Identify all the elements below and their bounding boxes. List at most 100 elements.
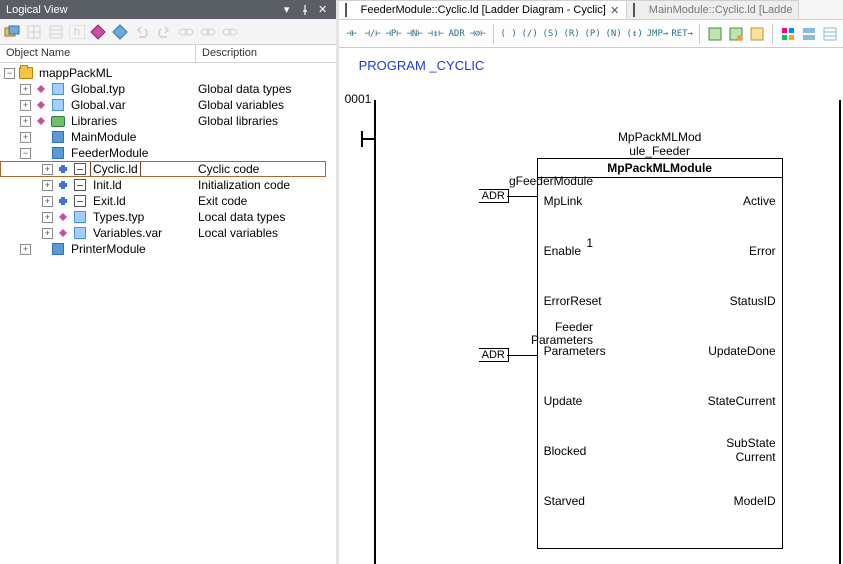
tree-item-feedermodule[interactable]: − FeederModule [0,145,336,161]
overlay-icon [56,196,70,206]
folder-icon [18,65,34,81]
adr-icon[interactable]: ADR [448,24,466,44]
file-icon [50,97,66,113]
ladder-icon [633,4,645,16]
link2-icon[interactable] [199,23,217,41]
ladder-editor[interactable]: PROGRAM _CYCLIC 0001 MpPackMLMod ule_Fee… [339,48,843,564]
module-icon [50,241,66,257]
expander-icon[interactable]: + [42,212,53,223]
editor-panel: FeederModule::Cyclic.ld [Ladder Diagram … [339,0,843,564]
coil-icon[interactable]: ( ) [500,24,518,44]
ladder-icon [72,161,88,177]
tree-item-printermodule[interactable]: + PrinterModule [0,241,336,257]
pin-icon[interactable] [298,3,312,17]
jump-icon[interactable]: JMP→ [647,24,669,44]
close-icon[interactable]: ✕ [316,3,330,17]
close-icon[interactable]: ✕ [610,5,620,15]
tree-item-exit-ld[interactable]: + Exit.ld Exit code [0,193,336,209]
grid1-icon[interactable] [25,23,43,41]
undo-icon[interactable] [133,23,151,41]
program-title: PROGRAM _CYCLIC [359,58,485,73]
grid2-icon[interactable] [47,23,65,41]
block-type-name: MpPackMLModule [538,159,782,178]
file-icon [72,225,88,241]
ladder-icon [72,193,88,209]
dropdown-icon[interactable]: ▾ [280,3,294,17]
redo-icon[interactable] [155,23,173,41]
port-update: Update [544,394,583,408]
fb3-icon[interactable] [748,24,766,44]
port-substate: SubState [726,436,775,450]
coil-set-icon[interactable]: (S) [542,24,560,44]
tree-item-variables-var[interactable]: + Variables.var Local variables [0,225,336,241]
contact-nc-icon[interactable]: ⊣/⊢ [364,24,382,44]
overlay-icon [34,116,48,126]
tab-main-cyclic[interactable]: MainModule::Cyclic.ld [Ladde [627,0,800,19]
expander-icon[interactable]: + [42,196,53,207]
expander-icon[interactable]: + [20,132,31,143]
port-errorreset: ErrorReset [544,294,602,308]
diamond2-icon[interactable] [111,23,129,41]
expander-icon[interactable]: + [42,164,53,175]
logical-view-panel: Logical View ▾ ✕ h Object Name Descripti… [0,0,339,564]
port-row: Parameters UpdateDone [538,328,782,378]
port-statecurrent: StateCurrent [708,394,776,408]
ladder-icon [72,177,88,193]
coil-reset-icon[interactable]: (R) [563,24,581,44]
expander-icon[interactable]: + [20,84,31,95]
not-icon[interactable]: ⊣⊘⊢ [469,24,487,44]
contact-no-icon[interactable]: ⊣⊢ [343,24,361,44]
port-mplink: MpLink [544,194,583,208]
contact-pn-icon[interactable]: ⊣↕⊢ [427,24,445,44]
fb2-icon[interactable] [727,24,745,44]
tree-item-init-ld[interactable]: + Init.ld Initialization code [0,177,336,193]
expander-icon[interactable]: − [20,148,31,159]
overlay-icon [34,84,48,94]
function-block[interactable]: MpPackMLModule MpLink Active Enable Erro… [537,158,783,549]
h-icon[interactable]: h [69,25,85,39]
col-object-name[interactable]: Object Name [0,45,196,62]
libraries-icon [50,113,66,129]
ladder-icon [345,4,357,16]
port-modeid: ModeID [734,494,776,508]
expander-icon[interactable]: − [4,68,15,79]
return-icon[interactable]: RET→ [671,24,693,44]
project-tree[interactable]: − mappPackML + Global.typ Global data ty… [0,63,336,564]
tab-feeder-cyclic[interactable]: FeederModule::Cyclic.ld [Ladder Diagram … [339,0,627,19]
grid-c-icon[interactable] [821,24,839,44]
tree-item-global-var[interactable]: + Global.var Global variables [0,97,336,113]
tree-root[interactable]: − mappPackML [0,65,336,81]
contact-n-icon[interactable]: ⊣N⊢ [406,24,424,44]
wire [507,355,537,356]
box-tool-icon[interactable] [3,23,21,41]
tree-item-global-typ[interactable]: + Global.typ Global data types [0,81,336,97]
link1-icon[interactable] [177,23,195,41]
expander-icon[interactable]: + [42,228,53,239]
expander-icon[interactable]: + [20,116,31,127]
col-description[interactable]: Description [196,45,336,62]
overlay-icon [56,228,70,238]
port-row: Starved ModeID [538,478,782,528]
grid-b-icon[interactable] [800,24,818,44]
file-icon [50,81,66,97]
expander-icon[interactable]: + [20,244,31,255]
tree-item-types-typ[interactable]: + Types.typ Local data types [0,209,336,225]
port-updatedone: UpdateDone [708,344,775,358]
contact-p-icon[interactable]: ⊣P⊢ [385,24,403,44]
tree-item-libraries[interactable]: + Libraries Global libraries [0,113,336,129]
grid-a-icon[interactable] [779,24,797,44]
coil-n-icon[interactable]: (N) [605,24,623,44]
expander-icon[interactable]: + [42,180,53,191]
overlay-icon [56,164,70,174]
overlay-icon [56,212,70,222]
fb1-icon[interactable] [706,24,724,44]
link3-icon[interactable] [221,23,239,41]
expander-icon[interactable]: + [20,100,31,111]
diamond1-icon[interactable] [89,23,107,41]
coil-p-icon[interactable]: (P) [584,24,602,44]
overlay-icon [56,180,70,190]
tree-item-cyclic-ld[interactable]: + Cyclic.ld Cyclic code [0,161,336,177]
coil-pn-icon[interactable]: (↕) [626,24,644,44]
tree-item-mainmodule[interactable]: + MainModule [0,129,336,145]
coil-neg-icon[interactable]: (/) [521,24,539,44]
